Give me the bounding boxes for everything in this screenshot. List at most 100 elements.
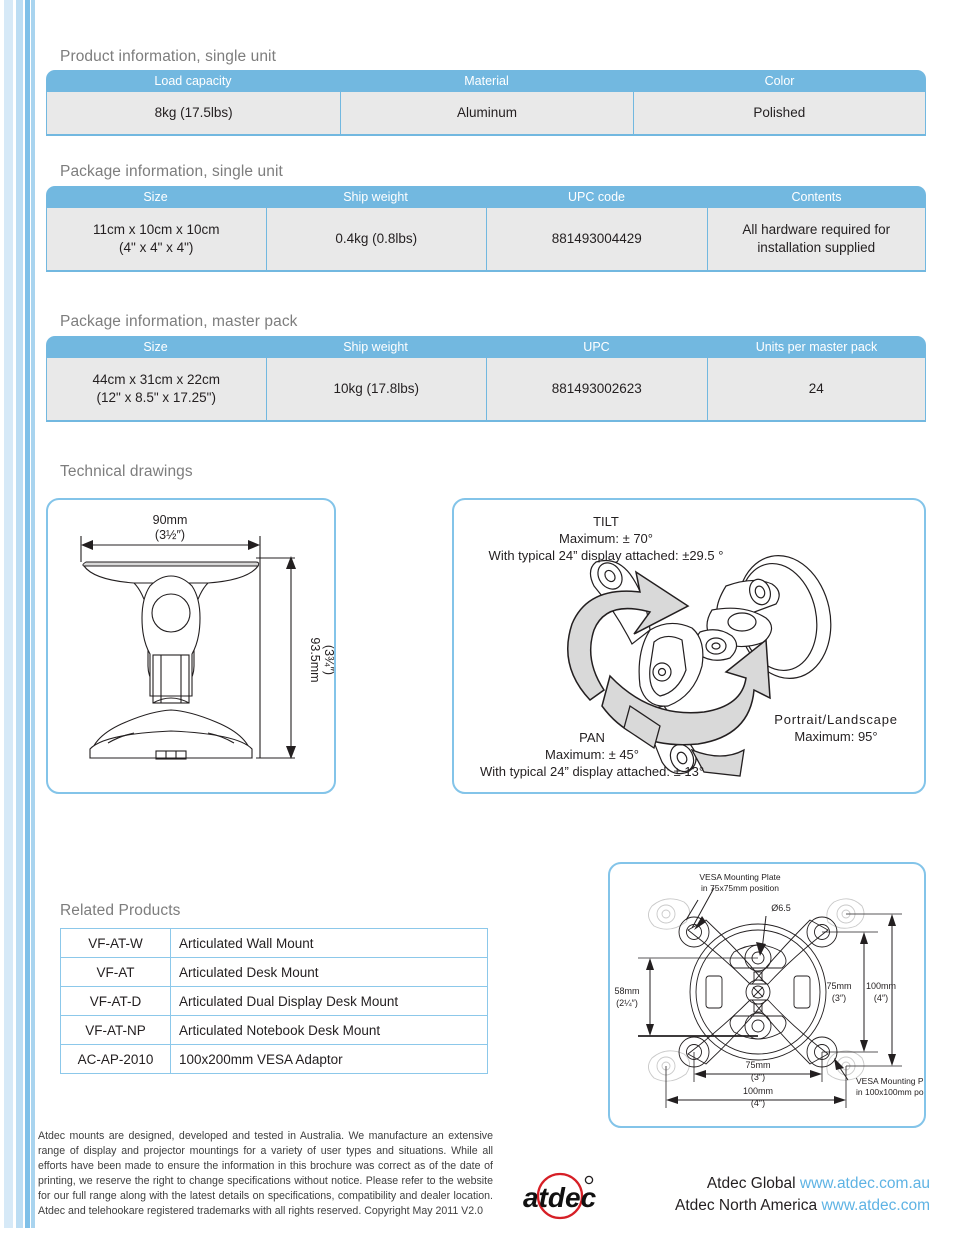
dimension-100mm-vertical-inches: (4″) (874, 993, 888, 1003)
related-product-description: Articulated Desk Mount (170, 957, 488, 987)
cell-load-capacity: 8kg (17.5lbs) (154, 104, 233, 120)
table-header-row: Size Ship weight UPC code Contents (46, 186, 926, 208)
vesa-75-label: VESA Mounting Plate (699, 872, 781, 882)
related-products-table: VF-AT-W Articulated Wall Mount VF-AT Art… (60, 928, 488, 1074)
cell-units-per-master-pack: 24 (706, 358, 926, 420)
stripe-4 (31, 0, 35, 1228)
column-header-ship-weight: Ship weight (343, 190, 408, 204)
tilt-maximum: Maximum: ± 70° (559, 531, 653, 546)
column-header-ship-weight: Ship weight (343, 340, 408, 354)
dimension-width-mm: 90mm (153, 513, 188, 527)
table-header-row: Size Ship weight UPC Units per master pa… (46, 336, 926, 358)
vesa-100-sublabel: in 100x100mm position (856, 1087, 924, 1097)
tilt-typical: With typical 24” display attached: ±29.5… (489, 548, 724, 563)
atdec-logo-mark: atdec (523, 1172, 597, 1220)
related-product-description: Articulated Wall Mount (170, 928, 488, 958)
related-product-code: VF-AT-NP (60, 1015, 171, 1045)
contact-line-north-america: Atdec North America www.atdec.com (630, 1195, 930, 1217)
cell-contents: All hardware required for installation s… (706, 208, 926, 270)
related-product-description: 100x200mm VESA Adaptor (170, 1044, 488, 1074)
motion-drawing: TILT Maximum: ± 70° With typical 24” dis… (480, 514, 898, 779)
dimension-58mm: 58mm (614, 986, 639, 996)
dimension-100mm-horizontal: 100mm (743, 1086, 773, 1096)
cell-color: Polished (632, 92, 925, 134)
pan-typical: With typical 24” display attached: ± 13° (480, 764, 704, 779)
table-row: 44cm x 31cm x 22cm (12" x 8.5" x 17.25")… (46, 358, 926, 422)
related-product-description: Articulated Dual Display Desk Mount (170, 986, 488, 1016)
vesa-75-sublabel: in 75x75mm position (701, 883, 779, 893)
column-header-contents: Contents (791, 190, 842, 204)
related-product-code: VF-AT (60, 957, 171, 987)
dimension-100mm-horizontal-inches: (4″) (751, 1098, 765, 1108)
atdec-wordmark: atdec (523, 1182, 597, 1213)
dimension-75mm-horizontal: 75mm (745, 1060, 770, 1070)
related-product-description: Articulated Notebook Desk Mount (170, 1015, 488, 1045)
related-product-code: AC-AP-2010 (60, 1044, 171, 1074)
cell-size: 11cm x 10cm x 10cm (4" x 4" x 4") (92, 221, 220, 255)
dimension-75mm-horizontal-inches: (3″) (751, 1072, 765, 1082)
table-row: 11cm x 10cm x 10cm (4" x 4" x 4") 0.4kg … (46, 208, 926, 272)
portrait-landscape-title: Portrait/Landscape (774, 712, 898, 727)
table-row[interactable]: AC-AP-2010 100x200mm VESA Adaptor (60, 1044, 488, 1074)
section-heading-package-single: Package information, single unit (60, 163, 283, 180)
table-row[interactable]: VF-AT-D Articulated Dual Display Desk Mo… (60, 986, 488, 1016)
cell-ship-weight: 10kg (17.8lbs) (265, 358, 487, 420)
table-row: 8kg (17.5lbs) Aluminum Polished (46, 92, 926, 136)
table-row[interactable]: VF-AT-W Articulated Wall Mount (60, 928, 488, 958)
contact-label-global: Atdec Global (706, 1175, 796, 1192)
stripe-1 (4, 0, 13, 1228)
column-header-material: Material (464, 74, 509, 88)
pan-maximum: Maximum: ± 45° (545, 747, 639, 762)
contact-info: Atdec Global www.atdec.com.au Atdec Nort… (630, 1173, 930, 1217)
package-master-table: Size Ship weight UPC Units per master pa… (46, 336, 926, 422)
left-decorative-stripes (0, 0, 35, 1228)
side-view-drawing: 90mm (3½″) 93.5mm (3¾″) (80, 513, 334, 760)
technical-drawing-vesa-panel: VESA Mounting Plate in 75x75mm position … (608, 862, 926, 1128)
technical-drawing-side-view-panel: 90mm (3½″) 93.5mm (3¾″) (46, 498, 336, 794)
product-information-table: Load capacity Material Color 8kg (17.5lb… (46, 70, 926, 136)
atdec-logo: atdec (515, 1172, 625, 1224)
column-header-color: Color (764, 74, 795, 88)
dimension-75mm-vertical-inches: (3″) (832, 993, 846, 1003)
section-heading-related-products: Related Products (60, 902, 181, 919)
column-header-upc: UPC (583, 340, 610, 354)
package-single-table: Size Ship weight UPC code Contents 11cm … (46, 186, 926, 272)
stripe-2 (16, 0, 23, 1228)
hole-diameter-label: Ø6.5 (771, 903, 791, 913)
cell-ship-weight: 0.4kg (0.8lbs) (265, 208, 487, 270)
stripe-3 (25, 0, 30, 1228)
related-product-code: VF-AT-W (60, 928, 171, 958)
portrait-landscape-maximum: Maximum: 95° (794, 729, 877, 744)
column-header-load-capacity: Load capacity (154, 74, 232, 88)
cell-size: 44cm x 31cm x 22cm (12" x 8.5" x 17.25") (92, 371, 221, 405)
tilt-title: TILT (593, 514, 619, 529)
cell-material: Aluminum (340, 92, 632, 134)
link-atdec-north-america[interactable]: www.atdec.com (821, 1197, 930, 1214)
dimension-height-mm: 93.5mm (308, 637, 322, 682)
cell-upc-code: 881493004429 (486, 208, 707, 270)
column-header-size: Size (143, 340, 168, 354)
contact-line-global: Atdec Global www.atdec.com.au (630, 1173, 930, 1195)
disclaimer-text: Atdec mounts are designed, developed and… (38, 1130, 493, 1218)
dimension-58mm-inches: (2¼″) (616, 998, 638, 1008)
vesa-100-label: VESA Mounting Plate (856, 1076, 924, 1086)
column-header-size: Size (143, 190, 168, 204)
contact-label-north-america: Atdec North America (674, 1197, 818, 1214)
related-product-code: VF-AT-D (60, 986, 171, 1016)
dimension-height-in: (3¾″) (322, 645, 334, 675)
pan-title: PAN (579, 730, 605, 745)
dimension-75mm-vertical: 75mm (826, 981, 851, 991)
technical-drawing-motion-panel: TILT Maximum: ± 70° With typical 24” dis… (452, 498, 926, 794)
column-header-upc-code: UPC code (568, 190, 625, 204)
table-row[interactable]: VF-AT Articulated Desk Mount (60, 957, 488, 987)
dimension-100mm-vertical: 100mm (866, 981, 896, 991)
dimension-width-in: (3½″) (155, 528, 185, 542)
table-row[interactable]: VF-AT-NP Articulated Notebook Desk Mount (60, 1015, 488, 1045)
vesa-plate-drawing: VESA Mounting Plate in 75x75mm position … (614, 872, 924, 1108)
table-header-row: Load capacity Material Color (46, 70, 926, 92)
section-heading-package-master: Package information, master pack (60, 313, 298, 330)
section-heading-technical-drawings: Technical drawings (60, 463, 193, 480)
column-header-units-per-master-pack: Units per master pack (755, 340, 878, 354)
link-atdec-global[interactable]: www.atdec.com.au (800, 1175, 930, 1192)
cell-upc: 881493002623 (486, 358, 707, 420)
